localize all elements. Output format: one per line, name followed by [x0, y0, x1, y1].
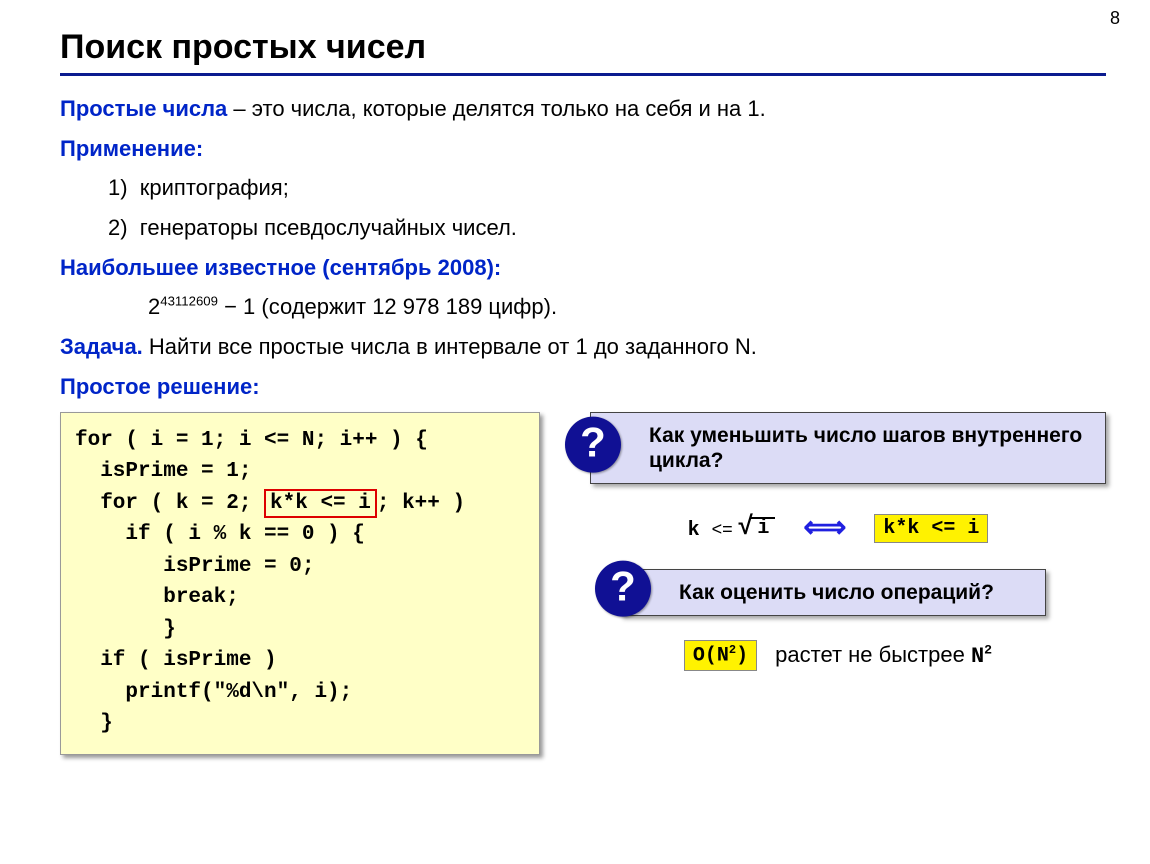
question-box-1: ? Как уменьшить число шагов внутреннего … [590, 412, 1106, 484]
question-box-2: ? Как оценить число операций? [620, 569, 1046, 616]
growth-text: растет не быстрее N2 [775, 642, 992, 669]
code-block: for ( i = 1; i <= N; i++ ) { isPrime = 1… [60, 412, 540, 755]
formula-left: k <= √i [688, 513, 776, 543]
formula-row: k <= √i ⟺ k*k <= i [570, 510, 1106, 547]
largest-known-value: 243112609 − 1 (содержит 12 978 189 цифр)… [60, 292, 1106, 322]
sqrt-icon: √i [738, 513, 776, 543]
complexity-chip: O(N2) [684, 640, 757, 671]
task-label: Задача. [60, 334, 143, 359]
page-number: 8 [1110, 8, 1120, 29]
question1-text: Как уменьшить число шагов внутреннего ци… [649, 424, 1082, 472]
largest-rest: − 1 (содержит 12 978 189 цифр). [218, 294, 557, 319]
solution-label: Простое решение: [60, 372, 1106, 402]
task-line: Задача. Найти все простые числа в интерв… [60, 332, 1106, 362]
application-label: Применение: [60, 134, 1106, 164]
slide-title: Поиск простых чисел [60, 28, 1106, 67]
intro-label: Простые числа [60, 96, 227, 121]
complexity-row: O(N2) растет не быстрее N2 [570, 640, 1106, 671]
formula-equivalent: k*k <= i [874, 514, 988, 543]
application-item-1: 1) криптография; [60, 173, 1106, 203]
largest-known-label: Наибольшее известное (сентябрь 2008): [60, 253, 1106, 283]
slide-content: Поиск простых чисел Простые числа – это … [0, 0, 1150, 755]
question-mark-icon: ? [565, 416, 621, 472]
application-item-2: 2) генераторы псевдослучайных чисел. [60, 213, 1106, 243]
code-highlight: k*k <= i [264, 489, 377, 518]
double-arrow-icon: ⟺ [803, 510, 846, 547]
question-mark-icon: ? [595, 561, 651, 617]
title-underline [60, 73, 1106, 76]
largest-base: 2 [148, 294, 160, 319]
task-text: Найти все простые числа в интервале от 1… [143, 334, 757, 359]
intro-line: Простые числа – это числа, которые делят… [60, 94, 1106, 124]
question2-text: Как оценить число операций? [679, 581, 994, 604]
largest-exponent: 43112609 [160, 294, 218, 309]
intro-text: – это числа, которые делятся только на с… [227, 96, 765, 121]
